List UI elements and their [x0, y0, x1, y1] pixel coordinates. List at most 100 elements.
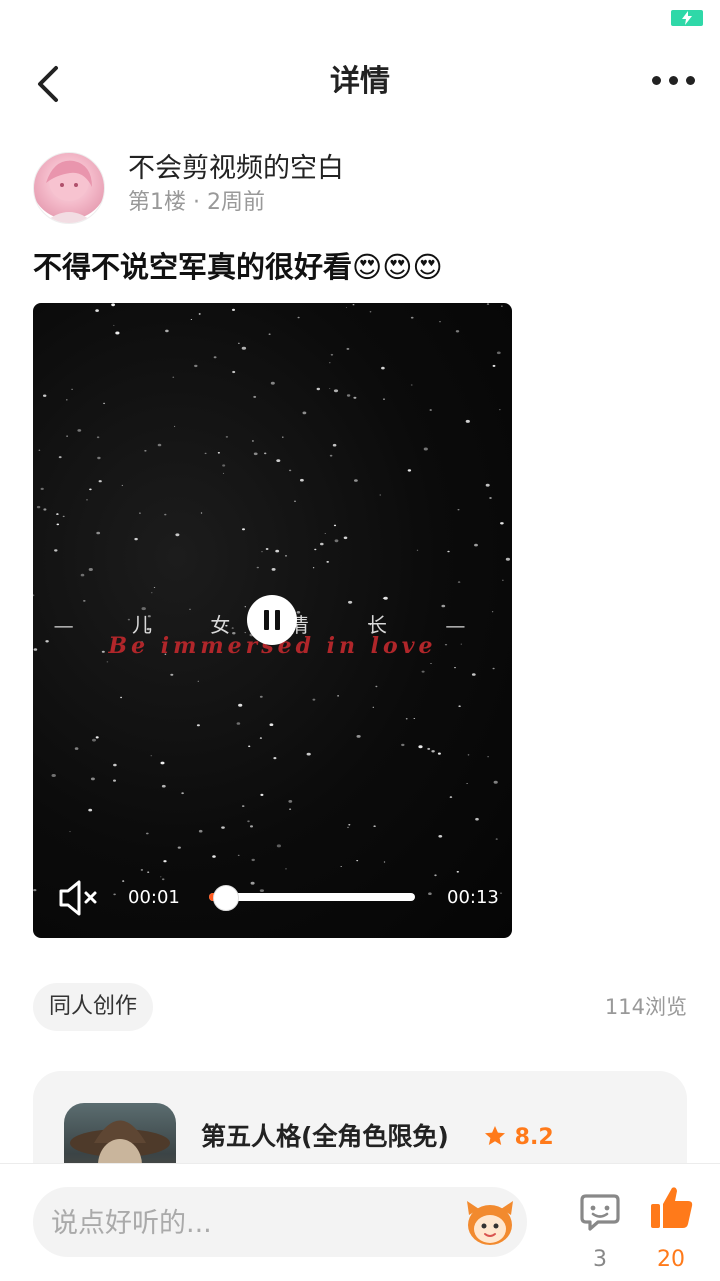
snow-particle	[438, 835, 443, 838]
snow-particle	[405, 718, 408, 720]
snow-particle	[217, 452, 220, 454]
snow-particle	[383, 861, 386, 863]
snow-particle	[383, 398, 385, 400]
snow-particle	[431, 750, 435, 753]
snow-particle	[238, 703, 243, 707]
snow-particle	[348, 600, 353, 604]
like-button[interactable]: 20	[645, 1184, 697, 1278]
snow-particle	[423, 447, 428, 451]
snow-particle	[421, 670, 425, 673]
progress-bar[interactable]	[209, 885, 415, 911]
snow-particle	[352, 304, 355, 306]
snow-particle	[347, 826, 349, 829]
more-options-button[interactable]	[640, 60, 700, 100]
pause-button[interactable]	[247, 595, 297, 645]
snow-particle	[33, 594, 35, 597]
snow-particle	[457, 509, 460, 511]
snow-particle	[320, 542, 324, 546]
snow-particle	[36, 505, 41, 509]
snow-particle	[261, 551, 263, 553]
current-time: 00:01	[128, 887, 180, 908]
author-name[interactable]: 不会剪视频的空白	[128, 150, 344, 188]
snow-particle	[241, 346, 247, 350]
snow-particle	[489, 497, 492, 499]
snow-particle	[222, 472, 225, 474]
snow-particle	[253, 452, 258, 456]
comment-input[interactable]	[49, 1199, 453, 1247]
snow-particle	[289, 808, 292, 810]
snow-particle	[147, 871, 150, 873]
snow-particle	[40, 487, 44, 490]
progress-thumb[interactable]	[213, 885, 239, 911]
snow-particle	[475, 817, 479, 821]
duration: 00:13	[447, 887, 499, 908]
snow-particle	[500, 522, 504, 525]
snow-particle	[92, 738, 96, 742]
snow-particle	[297, 316, 300, 319]
snow-particle	[485, 483, 490, 487]
snow-particle	[177, 846, 181, 849]
snow-particle	[80, 573, 85, 577]
snow-particle	[103, 402, 106, 405]
snow-particle	[77, 429, 82, 432]
snow-particle	[434, 874, 437, 877]
snow-particle	[238, 342, 240, 344]
snow-particle	[145, 832, 149, 835]
snow-particle	[95, 736, 99, 739]
snow-particle	[501, 305, 503, 307]
mascot-emoji-icon[interactable]	[463, 1197, 517, 1247]
star-icon	[485, 1126, 505, 1145]
snow-particle	[457, 581, 461, 583]
snow-particle	[493, 780, 498, 784]
snow-particle	[269, 723, 274, 726]
snow-particle	[329, 454, 333, 457]
snow-particle	[492, 667, 495, 670]
snow-particle	[264, 452, 267, 455]
snow-particle	[271, 568, 276, 571]
snow-particle	[427, 747, 431, 750]
video-player[interactable]: — 儿 女 情 长 — Be immersed in love 00:01 00…	[33, 303, 512, 938]
snow-particle	[455, 330, 460, 333]
snow-particle	[96, 531, 101, 535]
snow-particle	[181, 792, 184, 795]
snow-particle	[330, 353, 334, 356]
snow-particle	[236, 722, 241, 725]
snow-particle	[69, 831, 71, 833]
avatar[interactable]	[33, 152, 105, 224]
snow-particle	[89, 488, 92, 491]
category-tag[interactable]: 同人创作	[33, 983, 154, 1031]
snow-particle	[314, 548, 317, 551]
snow-particle	[474, 543, 478, 547]
snow-particle	[43, 508, 47, 511]
comment-button[interactable]: 3	[576, 1188, 624, 1278]
snow-particle	[356, 735, 361, 738]
snow-particle	[122, 880, 125, 882]
snow-particle	[88, 568, 93, 571]
snow-particle	[259, 889, 264, 892]
snow-particle	[161, 878, 165, 881]
snow-particle	[447, 550, 450, 553]
snow-particle	[134, 537, 138, 541]
snow-particle	[106, 661, 109, 663]
snow-particle	[500, 892, 502, 894]
snow-particle	[259, 695, 263, 698]
snow-particle	[96, 436, 100, 439]
snow-particle	[56, 513, 59, 515]
snow-particle	[157, 443, 162, 447]
snow-particle	[144, 450, 147, 452]
snow-particle	[98, 480, 102, 483]
snow-particle	[113, 779, 116, 782]
snow-particle	[496, 351, 501, 355]
snow-particle	[259, 737, 262, 739]
comment-input-wrapper[interactable]	[33, 1187, 527, 1257]
snow-particle	[121, 484, 123, 486]
snow-particle	[288, 800, 293, 803]
more-dots-icon	[652, 76, 661, 85]
snow-particle	[428, 892, 432, 895]
snow-particle	[275, 549, 280, 553]
view-count: 114浏览	[604, 995, 687, 1019]
mute-button[interactable]	[55, 876, 105, 920]
snow-particle	[150, 755, 153, 757]
snow-particle	[401, 743, 405, 747]
snow-particle	[487, 756, 489, 758]
